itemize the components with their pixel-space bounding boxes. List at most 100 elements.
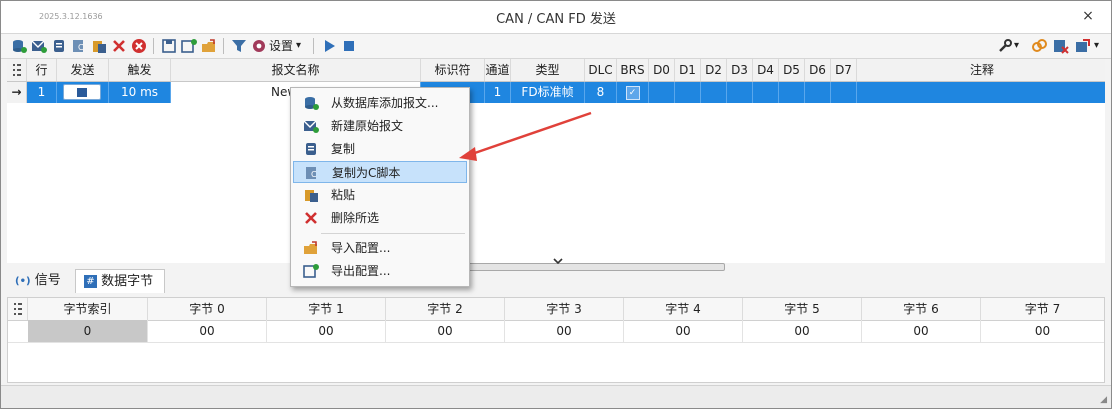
play-icon[interactable]: [321, 38, 337, 54]
d0-cell[interactable]: [649, 82, 675, 103]
d5-cell[interactable]: [779, 82, 805, 103]
menu-item-import-config[interactable]: 导入配置...: [293, 237, 467, 259]
byte4-cell[interactable]: 00: [624, 320, 743, 342]
dlc-cell[interactable]: 8: [585, 82, 617, 103]
byte1-cell[interactable]: 00: [267, 320, 386, 342]
resize-grip-icon[interactable]: ◢: [1100, 395, 1107, 405]
bytes-header-byte7[interactable]: 字节 7: [981, 298, 1104, 320]
new-raw-message-icon[interactable]: [31, 38, 47, 54]
copy-c-script-icon[interactable]: C: [71, 38, 87, 54]
d7-cell[interactable]: [831, 82, 857, 103]
copy-icon[interactable]: [51, 38, 67, 54]
brs-checkbox[interactable]: ✓: [625, 85, 640, 100]
message-row[interactable]: → 1 10 ms New 1 FD标准帧 8 ✓: [7, 82, 1105, 103]
tab-signals[interactable]: (•) 信号: [7, 269, 75, 293]
column-header-d4[interactable]: D4: [753, 59, 779, 81]
byte0-cell[interactable]: 00: [148, 320, 267, 342]
column-header-d3[interactable]: D3: [727, 59, 753, 81]
column-header-identifier[interactable]: 标识符: [421, 59, 485, 81]
brs-cell[interactable]: ✓: [617, 82, 649, 103]
column-header-d5[interactable]: D5: [779, 59, 805, 81]
bytes-header-byte4[interactable]: 字节 4: [624, 298, 743, 320]
channel-cell[interactable]: 1: [485, 82, 511, 103]
column-header-d2[interactable]: D2: [701, 59, 727, 81]
bytes-header-byte3[interactable]: 字节 3: [505, 298, 624, 320]
bytes-header: 字节索引 字节 0 字节 1 字节 2 字节 3 字节 4 字节 5 字节 6 …: [8, 298, 1104, 321]
menu-label: 新建原始报文: [331, 119, 404, 133]
export-config-icon[interactable]: [181, 38, 197, 54]
byte2-cell[interactable]: 00: [386, 320, 505, 342]
column-header-brs[interactable]: BRS: [617, 59, 649, 81]
add-from-database-icon[interactable]: [11, 38, 27, 54]
delete-icon: [303, 210, 319, 226]
type-cell[interactable]: FD标准帧: [511, 82, 585, 103]
link-icon[interactable]: [1031, 38, 1047, 54]
close-button[interactable]: ×: [1079, 7, 1097, 25]
d2-cell[interactable]: [701, 82, 727, 103]
column-header-d7[interactable]: D7: [831, 59, 857, 81]
gear-icon[interactable]: [251, 38, 267, 54]
d4-cell[interactable]: [753, 82, 779, 103]
settings-menu-label[interactable]: 设置: [269, 38, 293, 54]
column-header-d1[interactable]: D1: [675, 59, 701, 81]
column-header-d6[interactable]: D6: [805, 59, 831, 81]
bytes-header-byte0[interactable]: 字节 0: [148, 298, 267, 320]
byte6-cell[interactable]: 00: [862, 320, 981, 342]
d1-cell[interactable]: [675, 82, 701, 103]
column-header-row[interactable]: 行: [27, 59, 57, 81]
menu-label: 导入配置...: [331, 241, 391, 255]
d3-cell[interactable]: [727, 82, 753, 103]
menu-item-add-from-database[interactable]: 从数据库添加报文...: [293, 92, 467, 114]
import-config-icon[interactable]: [201, 38, 217, 54]
wrench-icon[interactable]: [997, 38, 1013, 54]
column-header-trigger[interactable]: 触发: [109, 59, 171, 81]
stop-circle-icon[interactable]: [131, 38, 147, 54]
menu-item-paste[interactable]: 粘贴: [293, 184, 467, 206]
export-dropdown-icon[interactable]: ▾: [1094, 38, 1099, 54]
bytes-header-index[interactable]: 字节索引: [28, 298, 148, 320]
bytes-header-byte2[interactable]: 字节 2: [386, 298, 505, 320]
send-toggle-cell[interactable]: [57, 82, 109, 103]
export-icon[interactable]: [1075, 38, 1091, 54]
message-grid-header: 行 发送 触发 报文名称 标识符 通道 类型 DLC BRS D0 D1 D2 …: [7, 59, 1105, 82]
paste-icon[interactable]: [91, 38, 107, 54]
comment-cell[interactable]: [857, 82, 1107, 103]
bytes-header-byte5[interactable]: 字节 5: [743, 298, 862, 320]
message-grid-body[interactable]: [7, 103, 1105, 263]
splitter-chevron-down-icon[interactable]: [553, 256, 563, 267]
tab-data-bytes[interactable]: # 数据字节: [75, 269, 165, 293]
byte7-cell[interactable]: 00: [981, 320, 1104, 342]
column-header-d0[interactable]: D0: [649, 59, 675, 81]
column-header-message-name[interactable]: 报文名称: [171, 59, 421, 81]
byte3-cell[interactable]: 00: [505, 320, 624, 342]
settings-dropdown-icon[interactable]: ▾: [296, 38, 301, 54]
delete-icon[interactable]: [111, 38, 127, 54]
column-chooser-icon[interactable]: [7, 59, 27, 81]
menu-item-export-config[interactable]: 导出配置...: [293, 260, 467, 282]
tab-signals-label: 信号: [34, 273, 61, 288]
send-button[interactable]: [63, 84, 101, 100]
d6-cell[interactable]: [805, 82, 831, 103]
column-header-dlc[interactable]: DLC: [585, 59, 617, 81]
byte-index-cell[interactable]: 0: [28, 320, 148, 342]
column-header-comment[interactable]: 注释: [857, 59, 1107, 81]
column-header-send[interactable]: 发送: [57, 59, 109, 81]
stop-icon[interactable]: [341, 38, 357, 54]
trigger-cell[interactable]: 10 ms: [109, 82, 171, 103]
filter-icon[interactable]: [231, 38, 247, 54]
bytes-header-byte1[interactable]: 字节 1: [267, 298, 386, 320]
panel-splitter[interactable]: [467, 263, 725, 271]
column-header-type[interactable]: 类型: [511, 59, 585, 81]
hash-icon: #: [84, 275, 97, 288]
menu-item-delete-selected[interactable]: 删除所选: [293, 207, 467, 229]
byte5-cell[interactable]: 00: [743, 320, 862, 342]
menu-item-copy[interactable]: 复制: [293, 138, 467, 160]
menu-item-copy-as-c-script[interactable]: C 复制为C脚本: [293, 161, 467, 183]
bytes-header-byte6[interactable]: 字节 6: [862, 298, 981, 320]
column-header-channel[interactable]: 通道: [485, 59, 511, 81]
menu-item-new-raw-message[interactable]: 新建原始报文: [293, 115, 467, 137]
clear-icon[interactable]: [1053, 38, 1069, 54]
save-icon[interactable]: [161, 38, 177, 54]
wrench-dropdown-icon[interactable]: ▾: [1014, 38, 1019, 54]
bytes-column-chooser-icon[interactable]: [8, 298, 28, 320]
